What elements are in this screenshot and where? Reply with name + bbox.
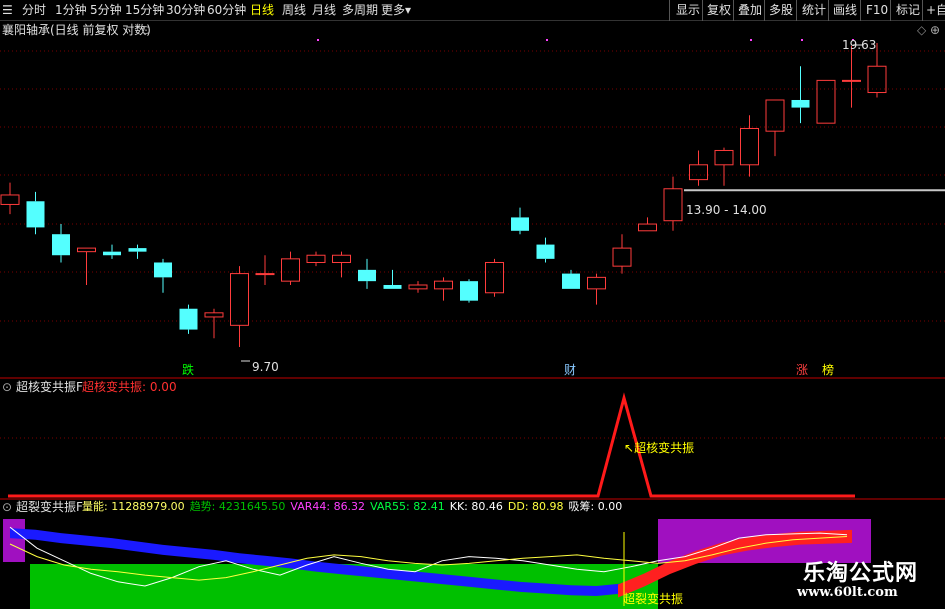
toolbar-button-display[interactable]: 显示: [676, 2, 700, 18]
candle-29: [740, 127, 759, 166]
panel2-line: [8, 392, 855, 498]
chart-area[interactable]: [0, 21, 945, 609]
candle-16: [408, 284, 428, 290]
panel2-toggle-icon[interactable]: ⊙: [2, 380, 12, 394]
toolbar-button-adjust[interactable]: 复权: [707, 2, 731, 18]
candle-23: [587, 276, 606, 290]
candle-33: [842, 79, 861, 82]
candle-4: [103, 251, 121, 256]
candle-26: [663, 188, 683, 222]
candle-28: [714, 149, 734, 166]
candle-15: [383, 284, 402, 289]
candle-13: [332, 254, 351, 263]
period-tab-daily[interactable]: 日线: [250, 2, 274, 18]
panel2-value: 超核变共振: 0.00: [82, 380, 177, 394]
candle-10: [255, 273, 275, 276]
candle-20: [511, 217, 529, 231]
candle-24: [612, 247, 632, 267]
period-tab-60min[interactable]: 60分钟: [207, 2, 246, 18]
panel3-readout-3: VAR55: 82.41: [370, 500, 445, 513]
candle-21: [536, 244, 555, 259]
panel3-readout-6: 吸筹: 0.00: [568, 500, 623, 513]
signal-die: 跌: [182, 363, 195, 377]
panel2-peak-label: ↖超核变共振: [624, 441, 695, 455]
candle-19: [485, 261, 504, 294]
candle-2: [52, 234, 70, 256]
candle-22: [562, 273, 580, 289]
candle-3: [77, 247, 96, 253]
toolbar-button-custom[interactable]: +自: [926, 2, 945, 18]
panel2-peak-text: 超核变共振: [634, 441, 695, 455]
period-tab-more[interactable]: 更多: [381, 2, 405, 18]
signal-dot-0: [317, 39, 319, 41]
candle-17: [434, 280, 453, 290]
price-grid: [0, 50, 945, 500]
period-tab-monthly[interactable]: 月线: [312, 2, 336, 18]
candle-25: [638, 223, 657, 232]
candle-14: [358, 269, 376, 282]
candle-12: [306, 254, 326, 263]
panel3-name: 超裂变共振F: [16, 500, 83, 514]
low-price-label: 9.70: [252, 360, 279, 374]
candle-31: [791, 99, 810, 108]
expand-icon[interactable]: ⊕: [930, 23, 940, 37]
watermark-logo: 乐淘公式网: [803, 561, 919, 586]
watermark-url: www.60lt.com: [797, 585, 898, 600]
signal-dot-3: [801, 39, 803, 41]
signal-dot-2: [750, 39, 752, 41]
diamond-icon[interactable]: ◇: [917, 23, 926, 37]
panel3-readout-2: VAR44: 86.32: [290, 500, 366, 513]
candle-1: [26, 201, 45, 228]
main-panel-settings-icon[interactable]: ⊙: [141, 23, 151, 37]
toolbar-button-multistock[interactable]: 多股: [769, 2, 793, 18]
panel3-readouts: 量能: 11288979.00 趋势: 4231645.50 VAR44: 86.3…: [82, 500, 627, 514]
top-toolbar: ☰ 分时 1分钟 5分钟 15分钟 30分钟 60分钟 日线 周线 月线 多周期…: [0, 0, 945, 21]
toolbar-button-f10[interactable]: F10: [866, 2, 888, 18]
toolbar-button-draw[interactable]: 画线: [833, 2, 857, 18]
period-tab-15min[interactable]: 15分钟: [125, 2, 164, 18]
candle-0: [0, 194, 20, 205]
candle-27: [689, 164, 708, 181]
watermark: 乐淘公式网 www.60lt.com: [783, 547, 938, 607]
candle-8: [204, 312, 224, 318]
chevron-down-icon[interactable]: ▾: [405, 2, 411, 18]
candle-5: [128, 248, 147, 252]
panel3-readout-5: DD: 80.98: [507, 500, 564, 513]
panel3-bottom-label: 超裂变共振: [623, 592, 684, 606]
period-tab-multi[interactable]: 多周期: [342, 2, 378, 18]
period-tab-5min[interactable]: 5分钟: [90, 2, 122, 18]
signal-dot-1: [546, 39, 548, 41]
panel3-toggle-icon[interactable]: ⊙: [2, 500, 12, 514]
indicator-panel-3: [3, 519, 871, 609]
signal-bang: 榜: [822, 363, 835, 377]
toolbar-button-overlay[interactable]: 叠加: [738, 2, 762, 18]
toolbar-button-mark[interactable]: 标记: [896, 2, 920, 18]
menu-icon[interactable]: ☰: [2, 3, 16, 17]
candle-30: [765, 99, 785, 132]
candle-9: [230, 273, 249, 326]
candles-layer: [0, 39, 887, 362]
panel2-name: 超核变共振F: [16, 380, 83, 394]
panel3-readout-4: KK: 80.46: [449, 500, 503, 513]
period-tab-1min[interactable]: 1分钟: [55, 2, 87, 18]
main-panel-title: 襄阳轴承(日线 前复权 对数): [2, 23, 151, 37]
period-tab-weekly[interactable]: 周线: [282, 2, 306, 18]
candle-7: [179, 308, 198, 330]
candle-32: [816, 79, 836, 124]
panel3-readout-1: 趋势: 4231645.50: [189, 500, 286, 513]
candle-11: [281, 258, 300, 282]
toolbar-button-stats[interactable]: 统计: [802, 2, 826, 18]
period-tab-30min[interactable]: 30分钟: [166, 2, 205, 18]
signal-zhang: 涨: [796, 363, 809, 377]
period-tab-fenshi[interactable]: 分时: [22, 2, 46, 18]
high-price-label: 19.63: [842, 38, 877, 52]
indicator-panel-2: [8, 392, 855, 498]
panel3-magenta-block-left: [3, 519, 25, 562]
candle-18: [460, 281, 478, 301]
signal-cai: 财: [564, 363, 577, 377]
candle-6: [154, 262, 172, 278]
price-range-label: 13.90 - 14.00: [686, 203, 767, 217]
panel3-readout-0: 量能: 11288979.00: [82, 500, 185, 513]
